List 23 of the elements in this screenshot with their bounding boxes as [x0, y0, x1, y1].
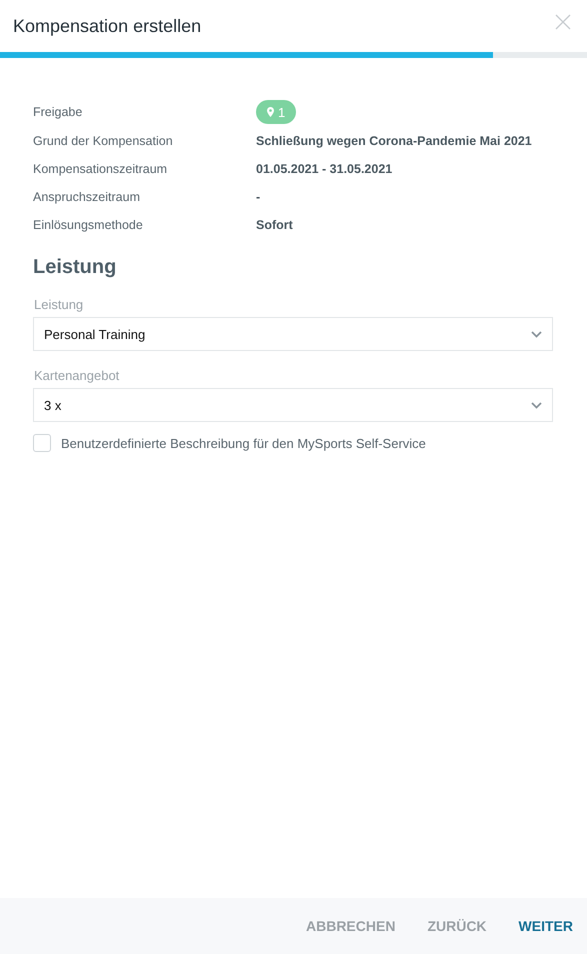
- checkbox[interactable]: [33, 434, 51, 452]
- location-badge: 1: [256, 100, 296, 124]
- pin-icon: [267, 107, 274, 117]
- chevron-down-icon: [531, 330, 542, 338]
- detail-label: Freigabe: [33, 104, 84, 121]
- detail-label: Einlösungsmethode: [33, 217, 144, 234]
- detail-label: Grund der Kompensation: [33, 133, 174, 150]
- detail-label: Anspruchszeitraum: [33, 189, 141, 206]
- footer-button[interactable]: WEITER: [510, 912, 581, 940]
- section-heading: Leistung: [33, 256, 118, 279]
- checkbox-label: Benutzerdefinierte Beschreibung für den MySports Self-Service: [61, 436, 426, 450]
- select-field[interactable]: 3 x: [33, 388, 553, 422]
- close-icon[interactable]: [555, 14, 571, 30]
- chevron-down-icon: [531, 402, 542, 408]
- detail-value: 01.05.2021 - 31.05.2021: [256, 162, 394, 176]
- detail-value: -: [256, 190, 262, 204]
- detail-value: Schließung wegen Corona-Pandemie Mai 2021: [256, 134, 533, 148]
- select-field[interactable]: Personal Training: [33, 317, 553, 351]
- detail-value: Sofort: [256, 218, 294, 232]
- field-label: Kartenangebot: [34, 368, 120, 383]
- dialog-title: Kompensation erstellen: [13, 16, 202, 36]
- field-label: Leistung: [34, 297, 84, 312]
- detail-label: Kompensationszeitraum: [33, 161, 168, 178]
